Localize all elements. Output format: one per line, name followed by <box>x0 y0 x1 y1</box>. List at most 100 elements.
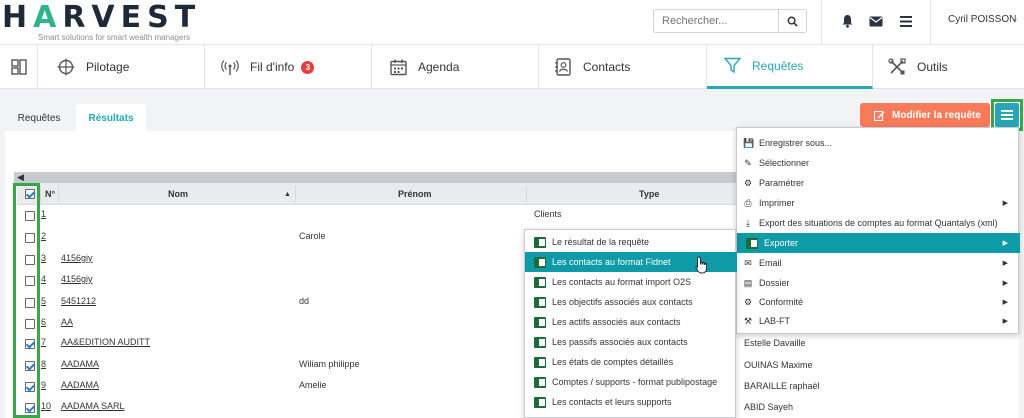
menu-item-save-as[interactable]: 💾 Enregistrer sous... <box>737 133 1020 153</box>
submenu-item[interactable]: Les contacts au format import O2S <box>525 272 737 292</box>
row-number[interactable]: 3 <box>41 253 46 263</box>
excel-icon <box>534 276 546 288</box>
submenu-arrow-icon: ▶ <box>1002 200 1008 207</box>
nav-requetes[interactable]: Requêtes <box>707 45 873 89</box>
gavel-icon: ⚒ <box>743 315 753 326</box>
scroll-left-icon[interactable]: ◀ <box>17 172 24 183</box>
row-number[interactable]: 6 <box>41 317 46 327</box>
tools-icon <box>887 57 907 77</box>
row-number[interactable]: 1 <box>41 209 46 219</box>
submenu-item-label: Les contacts au format import O2S <box>552 277 692 287</box>
download-icon: ⤓ <box>746 217 750 228</box>
row-number[interactable]: 5 <box>41 296 46 306</box>
column-header-prenom[interactable]: Prénom <box>398 183 432 205</box>
brand-tagline: Smart solutions for smart wealth manager… <box>38 33 191 42</box>
menu-item-exporter[interactable]: Exporter ▶ <box>737 233 1020 253</box>
row-number[interactable]: 2 <box>41 231 46 241</box>
row-number[interactable]: 9 <box>41 380 46 390</box>
submenu-item-label: Les actifs associés aux contacts <box>552 317 681 327</box>
hamburger-icon <box>1001 110 1013 120</box>
row-nom[interactable]: AA&EDITION AUDITT <box>61 337 150 347</box>
divider <box>930 0 931 44</box>
nav-label: Contacts <box>583 60 631 74</box>
submenu-item[interactable]: Le résultat de la requête <box>525 232 737 252</box>
row-nom[interactable]: 5451212 <box>61 296 96 306</box>
excel-icon <box>534 336 546 348</box>
column-header-type[interactable]: Type <box>639 183 659 205</box>
print-icon: ⎙ <box>744 197 752 208</box>
search-button[interactable] <box>778 10 806 32</box>
id-card-icon: ▤ <box>743 277 753 288</box>
modify-query-button[interactable]: Modifier la requête <box>860 103 990 127</box>
submenu-item[interactable]: Les états de comptes détaillés <box>525 352 737 372</box>
menu-item-email[interactable]: ✉ Email ▶ <box>737 253 1020 273</box>
row-nom[interactable]: AADAMA <box>61 380 99 390</box>
submenu-item-label: Les états de comptes détaillés <box>552 357 674 367</box>
user-name[interactable]: Cyril POISSON <box>948 14 1016 25</box>
menu-item-label: Imprimer <box>759 198 795 208</box>
menu-item-print[interactable]: ⎙ Imprimer ▶ <box>737 193 1020 213</box>
submenu-item[interactable]: Les contacts et leurs supports <box>525 392 737 412</box>
nav-contacts[interactable]: Contacts <box>539 45 707 89</box>
row-number[interactable]: 7 <box>41 337 46 347</box>
excel-icon <box>534 256 546 268</box>
hamburger-icon <box>900 15 912 27</box>
tab-requetes[interactable]: Requêtes <box>8 104 70 132</box>
search-input[interactable] <box>654 10 778 32</box>
nav-dashboard[interactable] <box>0 45 38 89</box>
submenu-item-label: Comptes / supports - format publipostage <box>552 377 718 387</box>
submenu-item[interactable]: Comptes / supports - format publipostage <box>525 372 737 392</box>
edit-icon <box>874 110 885 121</box>
top-bar: HARVEST Smart solutions for smart wealth… <box>0 0 1024 44</box>
row-advisor: OUINAS Maxime <box>744 360 813 370</box>
sort-asc-icon[interactable]: ▲ <box>284 183 291 205</box>
main-nav: Pilotage Fil d'info 3 Agenda Contacts Re… <box>0 44 1024 89</box>
tab-resultats[interactable]: Résultats <box>76 104 146 132</box>
row-number[interactable]: 8 <box>41 359 46 369</box>
submenu-arrow-icon: ▶ <box>1002 318 1008 325</box>
submenu-item-label: Les passifs associés aux contacts <box>552 337 688 347</box>
menu-item-settings[interactable]: ⚙ Paramétrer <box>737 173 1020 193</box>
excel-icon <box>534 296 546 308</box>
harvest-logo[interactable]: HARVEST <box>2 0 201 35</box>
submenu-item[interactable]: Les objectifs associés aux contacts <box>525 292 737 312</box>
menu-item-dossier[interactable]: ▤ Dossier ▶ <box>737 273 1020 293</box>
excel-icon <box>534 236 546 248</box>
menu-item-select[interactable]: ✎ Sélectionner <box>737 153 1020 173</box>
column-header-nom[interactable]: Nom <box>168 183 188 205</box>
menu-item-label: Export des situations de comptes au form… <box>759 218 998 228</box>
nav-agenda[interactable]: Agenda <box>372 45 539 89</box>
column-divider <box>526 186 527 202</box>
menu-item-label: Sélectionner <box>759 158 810 168</box>
column-divider <box>295 186 296 202</box>
row-number[interactable]: 4 <box>41 274 46 284</box>
nav-pilotage[interactable]: Pilotage <box>38 45 205 89</box>
notification-badge: 3 <box>301 60 315 74</box>
menu-item-conformite[interactable]: ⚙ Conformité ▶ <box>737 292 1020 312</box>
notifications-button[interactable] <box>838 12 856 30</box>
chevron-down-icon[interactable]: ⌄ <box>1011 13 1019 24</box>
table-row[interactable]: 1 Clients <box>17 205 737 227</box>
nav-label: Pilotage <box>86 60 130 74</box>
submenu-item[interactable]: Les actifs associés aux contacts <box>525 312 737 332</box>
column-header-num[interactable]: N° <box>45 183 55 205</box>
nav-fil-info[interactable]: Fil d'info 3 <box>205 45 372 89</box>
menu-item-label: Dossier <box>759 278 790 288</box>
menu-item-lab-ft[interactable]: ⚒ LAB-FT ▶ <box>737 311 1020 331</box>
messages-button[interactable] <box>867 12 885 30</box>
row-nom[interactable]: 4156giy <box>61 274 93 284</box>
row-nom[interactable]: AA <box>61 317 73 327</box>
divider <box>821 0 822 44</box>
menu-button[interactable] <box>897 12 915 30</box>
row-nom[interactable]: 4156giy <box>61 253 93 263</box>
row-number[interactable]: 10 <box>41 401 51 411</box>
row-advisor: ABID Sayeh <box>744 402 794 412</box>
submenu-item-label: Les objectifs associés aux contacts <box>552 297 693 307</box>
contacts-icon <box>553 57 573 77</box>
row-nom[interactable]: AADAMA <box>61 359 99 369</box>
row-nom[interactable]: AADAMA SARL <box>61 401 125 411</box>
actions-menu: 💾 Enregistrer sous... ✎ Sélectionner ⚙ Para… <box>736 127 1020 334</box>
submenu-item[interactable]: Les passifs associés aux contacts <box>525 332 737 352</box>
menu-item-export-quantalys[interactable]: ⤓ Export des situations de comptes au for… <box>737 213 1020 233</box>
nav-outils[interactable]: Outils <box>873 45 1024 89</box>
